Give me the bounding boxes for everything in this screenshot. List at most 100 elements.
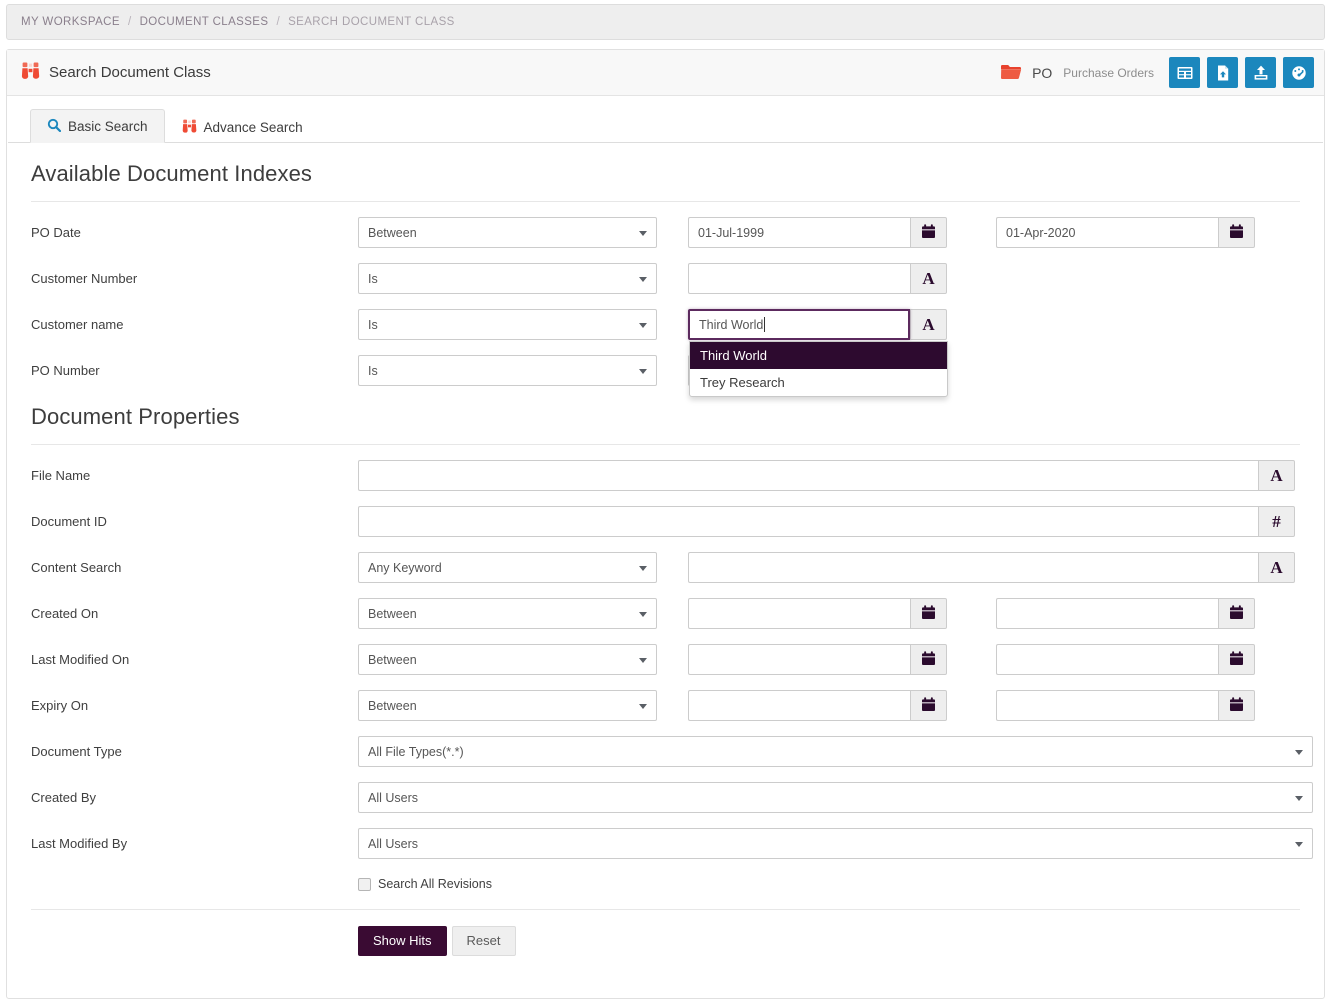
content-search-mode-select[interactable]: Any Keyword — [358, 552, 657, 583]
autocomplete-option-third-world[interactable]: Third World — [690, 342, 947, 369]
document-id-group: # — [358, 506, 1295, 537]
calendar-icon — [1229, 224, 1244, 242]
open-folder-icon — [1000, 63, 1022, 83]
po-date-to-input[interactable]: 01-Apr-2020 — [996, 217, 1218, 248]
field-row-last-modified-by: Last Modified By All Users — [31, 828, 1300, 859]
customer-name-autocomplete: Third World Trey Research — [689, 341, 948, 397]
calendar-icon-button[interactable] — [910, 598, 947, 629]
operator-select-customer-number[interactable]: Is — [358, 263, 657, 294]
created-on-to-group — [996, 598, 1255, 629]
expiry-on-from-group — [688, 690, 947, 721]
created-on-to-input[interactable] — [996, 598, 1218, 629]
field-row-document-type: Document Type All File Types(*.*) — [31, 736, 1300, 767]
alpha-type-button[interactable]: A — [1258, 460, 1295, 491]
speedometer-icon — [1290, 64, 1308, 82]
document-upload-icon — [1214, 64, 1232, 82]
alpha-type-button[interactable]: A — [910, 309, 947, 340]
alpha-type-button[interactable]: A — [910, 263, 947, 294]
calendar-icon — [1229, 605, 1244, 623]
customer-name-group: Third World A — [688, 309, 947, 340]
tab-basic-search[interactable]: Basic Search — [30, 109, 165, 143]
binoculars-icon — [182, 119, 197, 136]
indexes-section-title: Available Document Indexes — [31, 161, 1324, 187]
dashboard-button[interactable] — [1283, 57, 1314, 88]
operator-select-customer-name[interactable]: Is — [358, 309, 657, 340]
breadcrumb-item-my-workspace[interactable]: MY WORKSPACE — [21, 16, 120, 28]
customer-name-input[interactable]: Third World — [688, 309, 910, 340]
reset-button[interactable]: Reset — [452, 926, 516, 956]
grid-view-button[interactable] — [1169, 57, 1200, 88]
field-row-po-number: PO Number Is A — [31, 355, 1300, 386]
alpha-type-button[interactable]: A — [1258, 552, 1295, 583]
calendar-icon — [921, 224, 936, 242]
calendar-icon-button[interactable] — [910, 644, 947, 675]
calendar-icon-button[interactable] — [1218, 217, 1255, 248]
operator-select-last-modified-on[interactable]: Between — [358, 644, 657, 675]
customer-number-input[interactable] — [688, 263, 910, 294]
label-customer-number: Customer Number — [31, 271, 358, 286]
search-panel: Search Document Class PO Purchase Orders — [6, 49, 1325, 999]
po-date-from-input[interactable]: 01-Jul-1999 — [688, 217, 910, 248]
label-expiry-on: Expiry On — [31, 698, 358, 713]
last-modified-on-to-group — [996, 644, 1255, 675]
search-all-revisions-checkbox[interactable] — [358, 878, 371, 891]
calendar-icon-button[interactable] — [910, 690, 947, 721]
last-modified-on-from-group — [688, 644, 947, 675]
document-id-input[interactable] — [358, 506, 1258, 537]
label-created-on: Created On — [31, 606, 358, 621]
doc-class-name: Purchase Orders — [1063, 66, 1154, 80]
expiry-on-from-input[interactable] — [688, 690, 910, 721]
field-row-content-search: Content Search Any Keyword A — [31, 552, 1300, 583]
expiry-on-to-input[interactable] — [996, 690, 1218, 721]
document-type-select[interactable]: All File Types(*.*) — [358, 736, 1313, 767]
label-customer-name: Customer name — [31, 317, 358, 332]
file-name-input[interactable] — [358, 460, 1258, 491]
alpha-a-icon: A — [922, 316, 934, 333]
po-date-to-group: 01-Apr-2020 — [996, 217, 1255, 248]
panel-header-actions: PO Purchase Orders — [1000, 57, 1314, 88]
label-file-name: File Name — [31, 468, 358, 483]
hash-icon: # — [1272, 513, 1281, 530]
binoculars-icon — [21, 62, 40, 83]
numeric-type-button[interactable]: # — [1258, 506, 1295, 537]
created-on-from-input[interactable] — [688, 598, 910, 629]
created-by-select[interactable]: All Users — [358, 782, 1313, 813]
calendar-icon-button[interactable] — [1218, 690, 1255, 721]
new-document-button[interactable] — [1207, 57, 1238, 88]
divider — [31, 201, 1300, 202]
field-row-po-date: PO Date Between 01-Jul-1999 — [31, 217, 1300, 248]
tab-advance-search[interactable]: Advance Search — [165, 109, 320, 143]
field-row-expiry-on: Expiry On Between — [31, 690, 1300, 721]
search-all-revisions-row: Search All Revisions — [31, 877, 1300, 891]
alpha-a-icon: A — [922, 270, 934, 287]
autocomplete-option-trey-research[interactable]: Trey Research — [690, 369, 947, 396]
label-last-modified-by: Last Modified By — [31, 836, 358, 851]
divider — [31, 444, 1300, 445]
content-search-input[interactable] — [688, 552, 1258, 583]
operator-select-po-number[interactable]: Is — [358, 355, 657, 386]
calendar-icon — [1229, 651, 1244, 669]
field-row-created-on: Created On Between — [31, 598, 1300, 629]
alpha-a-icon: A — [1270, 559, 1282, 576]
show-hits-button[interactable]: Show Hits — [358, 926, 447, 956]
divider — [31, 909, 1300, 910]
po-date-from-group: 01-Jul-1999 — [688, 217, 947, 248]
last-modified-on-to-input[interactable] — [996, 644, 1218, 675]
form-actions: Show Hits Reset — [31, 926, 1300, 956]
calendar-icon-button[interactable] — [1218, 598, 1255, 629]
field-row-document-id: Document ID # — [31, 506, 1300, 537]
calendar-icon-button[interactable] — [910, 217, 947, 248]
operator-select-po-date[interactable]: Between — [358, 217, 657, 248]
last-modified-on-from-input[interactable] — [688, 644, 910, 675]
operator-select-created-on[interactable]: Between — [358, 598, 657, 629]
calendar-icon-button[interactable] — [1218, 644, 1255, 675]
calendar-icon — [921, 697, 936, 715]
operator-select-expiry-on[interactable]: Between — [358, 690, 657, 721]
upload-button[interactable] — [1245, 57, 1276, 88]
breadcrumb-separator: / — [128, 16, 132, 28]
last-modified-by-select[interactable]: All Users — [358, 828, 1313, 859]
breadcrumb-item-document-classes[interactable]: DOCUMENT CLASSES — [140, 16, 269, 28]
field-row-customer-name: Customer name Is Third World A Third Wor… — [31, 309, 1300, 340]
label-content-search: Content Search — [31, 560, 358, 575]
label-last-modified-on: Last Modified On — [31, 652, 358, 667]
